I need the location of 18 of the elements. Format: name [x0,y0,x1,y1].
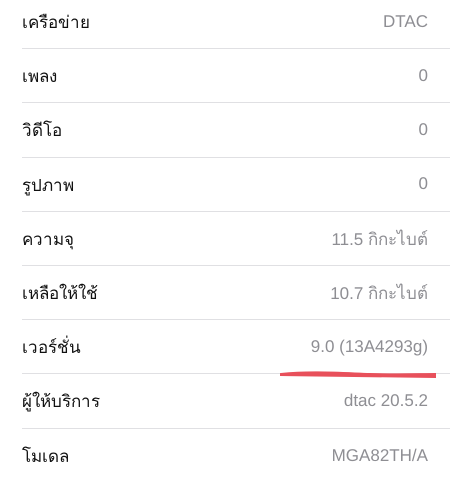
setting-label: วิดีโอ [22,120,62,142]
setting-label: รูปภาพ [22,174,74,198]
setting-value: 9.0 (13A4293g) [310,336,428,357]
setting-value: MGA82TH/A [332,446,428,466]
setting-value: 0 [418,174,428,194]
setting-label: เหลือให้ใช้ [22,282,98,306]
setting-value: 0 [418,66,428,86]
setting-value: 11.5 กิกะไบต์ [331,228,428,251]
setting-label: โมเดล [22,446,69,468]
setting-value: 0 [418,120,428,140]
setting-label: ผู้ให้บริการ [22,390,100,414]
setting-label: ความจุ [22,228,74,252]
setting-label: เครือข่าย [22,12,90,34]
setting-value: 10.7 กิกะไบต์ [330,282,428,306]
setting-value: dtac 20.5.2 [344,390,428,411]
setting-label: เวอร์ชั่น [22,333,81,360]
setting-value: DTAC [382,12,428,32]
setting-label: เพลง [22,66,57,88]
